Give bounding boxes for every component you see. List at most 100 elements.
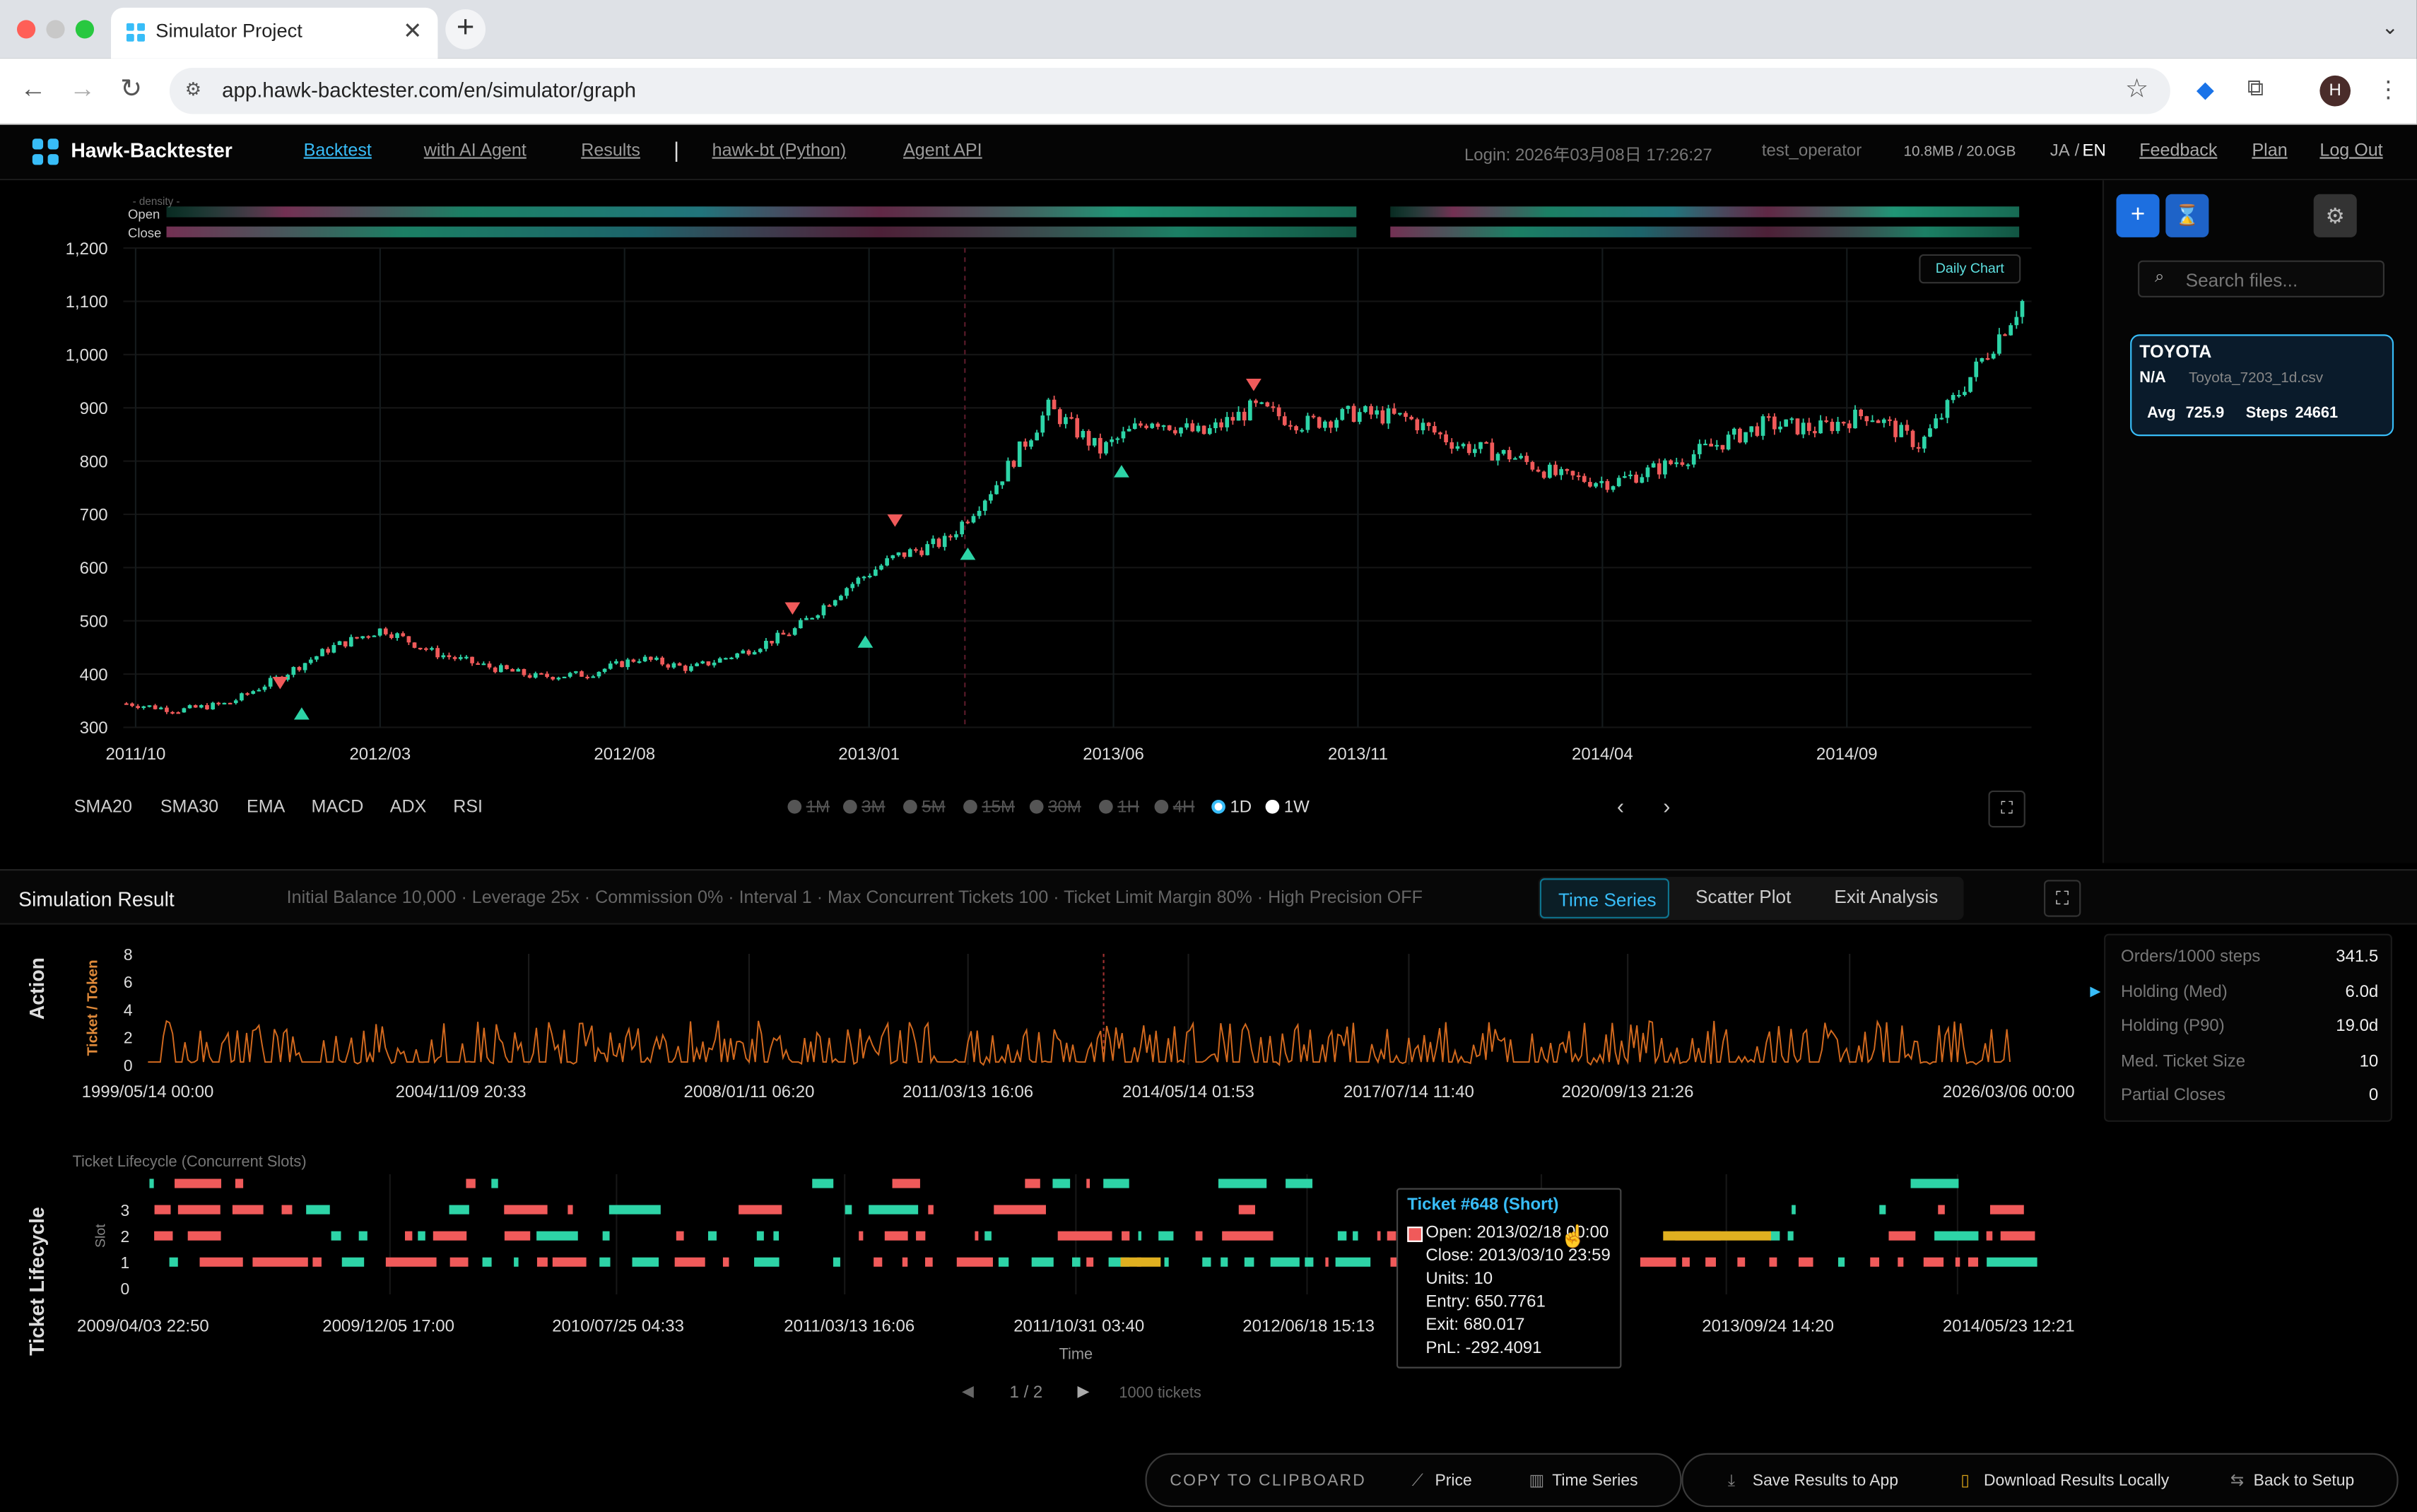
candle-body: [879, 565, 883, 570]
next-page-icon[interactable]: ▶: [1078, 1384, 1090, 1401]
ticket-bar: [154, 1231, 173, 1241]
candle-body: [1835, 422, 1840, 432]
plan-link[interactable]: Plan: [2252, 142, 2287, 160]
indicator-sma30[interactable]: SMA30: [160, 798, 218, 817]
back-to-setup-button[interactable]: Back to Setup: [2254, 1472, 2355, 1490]
download-results-button[interactable]: Download Results Locally: [1984, 1472, 2169, 1490]
expand-results-icon[interactable]: ⛶: [2044, 880, 2081, 917]
lifecycle-title: Ticket Lifecycle: [25, 1207, 49, 1356]
add-file-button[interactable]: +: [2116, 194, 2160, 237]
candle-body: [1830, 422, 1835, 432]
indicator-rsi[interactable]: RSI: [453, 798, 483, 817]
daily-chart-badge[interactable]: Daily Chart: [1919, 254, 2021, 284]
nav-results[interactable]: Results: [581, 142, 640, 160]
bookmark-star-icon[interactable]: ☆: [2125, 74, 2148, 105]
brand-name[interactable]: Hawk-Backtester: [71, 138, 233, 162]
x-tick-label: 2014/04: [1572, 745, 1633, 764]
timeframe-30m[interactable]: 30M: [1029, 798, 1081, 817]
copy-price-button[interactable]: Price: [1435, 1472, 1472, 1490]
candle-body: [1375, 410, 1380, 415]
candle-body: [752, 651, 757, 655]
tab-time-series[interactable]: Time Series: [1539, 878, 1670, 919]
settings-gear-icon[interactable]: ⚙: [2313, 194, 2357, 237]
candle-body: [2020, 301, 2025, 317]
ticket-bar: [418, 1231, 425, 1241]
indicator-sma20[interactable]: SMA20: [74, 798, 132, 817]
search-input[interactable]: ⌕ Search files...: [2138, 260, 2385, 297]
close-tab-icon[interactable]: ✕: [403, 17, 422, 45]
new-tab-button[interactable]: +: [445, 9, 486, 49]
price-chart[interactable]: - density - Open Close 300 400 500 600 700 80…: [0, 180, 2103, 796]
nav-ai-agent[interactable]: with AI Agent: [424, 142, 527, 160]
timeframe-1m[interactable]: 1M: [787, 798, 830, 817]
app-header: Hawk-Backtester Backtest with AI Agent R…: [0, 124, 2417, 181]
maximize-window-button[interactable]: [75, 20, 95, 39]
hourglass-icon[interactable]: ⌛: [2165, 194, 2209, 237]
chevron-right-icon[interactable]: ›: [1663, 793, 1670, 818]
candle-body: [1161, 425, 1166, 427]
lang-en[interactable]: EN: [2083, 142, 2106, 160]
candle-body: [1934, 418, 1938, 429]
avatar[interactable]: H: [2319, 75, 2351, 107]
candle-body: [516, 668, 521, 672]
site-info-icon[interactable]: ⚙: [185, 78, 201, 100]
tab-scatter-plot[interactable]: Scatter Plot: [1695, 886, 1791, 908]
logout-link[interactable]: Log Out: [2319, 142, 2382, 160]
nav-backtest[interactable]: Backtest: [304, 142, 372, 160]
stats-caret-icon[interactable]: ▶: [2090, 983, 2100, 1000]
candle-body: [1859, 409, 1863, 417]
ticket-tooltip: Ticket #648 (Short) Open: 2013/02/18 00:…: [1396, 1188, 1622, 1369]
candle-body: [942, 536, 947, 548]
fullscreen-icon[interactable]: ⛶: [1988, 790, 2025, 828]
lang-ja[interactable]: JA: [2050, 142, 2070, 160]
indicator-macd[interactable]: MACD: [312, 798, 364, 817]
candle-body: [1190, 423, 1195, 432]
candle-body: [1553, 464, 1558, 476]
timeframe-15m[interactable]: 15M: [963, 798, 1015, 817]
url-field[interactable]: ⚙ app.hawk-backtester.com/en/simulator/g…: [169, 67, 2170, 114]
extensions-puzzle-icon[interactable]: ⧉: [2247, 76, 2264, 102]
timeframe-4h[interactable]: 4H: [1154, 798, 1194, 817]
candle-body: [839, 596, 843, 601]
close-window-button[interactable]: [16, 20, 36, 39]
nav-hawk-bt[interactable]: hawk-bt (Python): [712, 142, 847, 160]
copy-time-series-button[interactable]: Time Series: [1552, 1472, 1637, 1490]
minimize-window-button[interactable]: [46, 20, 65, 39]
reload-icon[interactable]: ↻: [120, 74, 142, 105]
candle-body: [1928, 428, 1932, 437]
chevron-left-icon[interactable]: ‹: [1617, 793, 1624, 818]
candle-body: [907, 549, 912, 557]
file-card-toyota[interactable]: TOYOTA N/A Toyota_7203_1d.csv Avg 725.9 …: [2130, 334, 2394, 437]
slot-y-tick: 1: [120, 1253, 129, 1272]
timeframe-3m[interactable]: 3M: [843, 798, 886, 817]
lang-separator: /: [2074, 141, 2080, 160]
forward-icon[interactable]: →: [69, 74, 95, 105]
sell-marker: [1246, 378, 1262, 391]
timeframe-5m[interactable]: 5M: [903, 798, 946, 817]
feedback-link[interactable]: Feedback: [2139, 142, 2217, 160]
indicator-ema[interactable]: EMA: [247, 798, 285, 817]
candle-body: [1236, 411, 1241, 421]
candle-body: [1709, 443, 1713, 447]
timeframe-1d[interactable]: 1D: [1211, 798, 1252, 817]
tab-exit-analysis[interactable]: Exit Analysis: [1834, 886, 1938, 908]
candle-body: [545, 673, 549, 678]
tab-search-icon[interactable]: ⌄: [2382, 16, 2399, 40]
extension-icon[interactable]: ◆: [2197, 76, 2214, 103]
indicator-adx[interactable]: ADX: [390, 798, 427, 817]
back-icon[interactable]: ←: [20, 74, 46, 105]
results-charts[interactable]: 8 6 4 2 0 Ticket / Token 1999/05/14 00:00 2004/…: [0, 925, 2103, 1449]
candle-body: [1640, 477, 1645, 483]
candle-body: [510, 668, 514, 672]
candle-body: [1011, 461, 1016, 467]
save-results-button[interactable]: Save Results to App: [1753, 1472, 1898, 1490]
timeframe-1w[interactable]: 1W: [1265, 798, 1310, 817]
browser-tab[interactable]: Simulator Project ✕: [111, 7, 438, 59]
timeframe-1h[interactable]: 1H: [1099, 798, 1139, 817]
buy-marker: [1114, 465, 1129, 478]
browser-menu-icon[interactable]: ⋮: [2377, 76, 2400, 103]
prev-page-icon[interactable]: ◀: [962, 1384, 974, 1401]
ticket-bar: [1286, 1179, 1313, 1188]
candle-body: [1824, 420, 1829, 423]
nav-agent-api[interactable]: Agent API: [903, 142, 982, 160]
